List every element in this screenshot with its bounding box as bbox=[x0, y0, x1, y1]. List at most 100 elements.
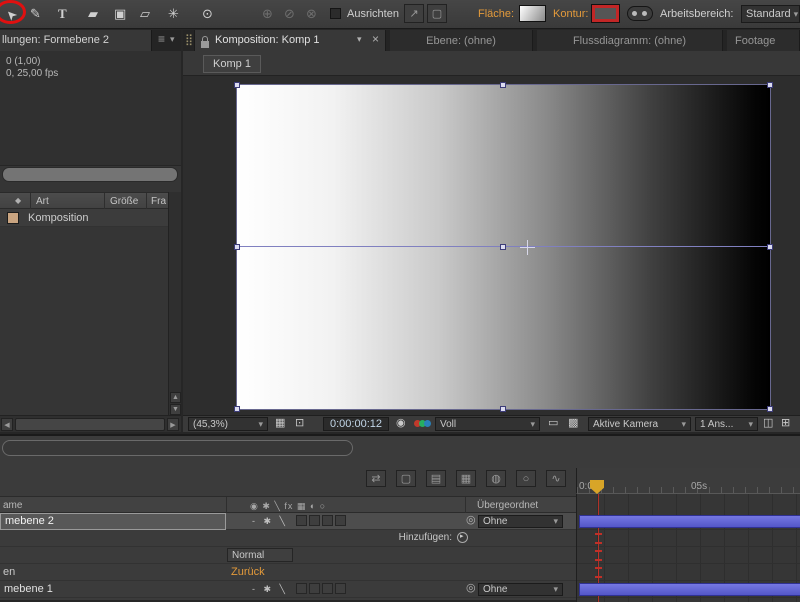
panel-menu-icon[interactable]: ≡ bbox=[158, 33, 165, 45]
switch-cell[interactable] bbox=[322, 515, 333, 526]
blend-mode-dropdown[interactable]: Normal bbox=[227, 548, 293, 562]
column-divider[interactable] bbox=[226, 497, 227, 514]
handle-bottom-center[interactable] bbox=[500, 406, 506, 412]
project-search-input[interactable] bbox=[2, 167, 178, 182]
layer-row-formebene1[interactable]: mebene 1 - ✱ ╲ ◎ Ohne ▾ bbox=[0, 581, 576, 598]
column-divider[interactable] bbox=[104, 193, 105, 210]
layer-switches-icons[interactable]: - ✱ ╲ bbox=[252, 584, 288, 595]
layer-name-cell[interactable]: mebene 2 bbox=[0, 513, 226, 530]
view-layout-dropdown[interactable]: 1 Ans... ▾ bbox=[695, 417, 758, 431]
handle-bottom-left[interactable] bbox=[234, 406, 240, 412]
layer-row-formebene2[interactable]: mebene 2 - ✱ ╲ ◎ Ohne ▾ bbox=[0, 513, 576, 530]
label-column-icon[interactable]: ◆ bbox=[15, 197, 21, 205]
snapshot-icon[interactable]: ◉ bbox=[396, 418, 406, 429]
camera-dropdown[interactable]: Aktive Kamera ▾ bbox=[588, 417, 691, 431]
column-header-type[interactable]: Art bbox=[36, 196, 49, 207]
switch-cell[interactable] bbox=[322, 583, 333, 594]
header-name-label[interactable]: ame bbox=[3, 500, 22, 511]
switch-cell[interactable] bbox=[335, 515, 346, 526]
handle-top-center[interactable] bbox=[500, 82, 506, 88]
fill-swatch[interactable] bbox=[519, 5, 546, 22]
timecode-display[interactable]: 0:00:00:12 bbox=[323, 417, 389, 431]
project-hscrollbar[interactable]: ◀ ▶ bbox=[0, 415, 181, 432]
in-out-button[interactable]: ⇄ bbox=[366, 470, 386, 487]
channels-icon[interactable] bbox=[414, 420, 432, 428]
layer-bar-formebene1[interactable] bbox=[579, 583, 800, 596]
frame-blend-button[interactable]: ▤ bbox=[426, 470, 446, 487]
reverse-link[interactable]: Zurück bbox=[231, 566, 265, 578]
panel-menu-caret-icon[interactable]: ▾ bbox=[170, 35, 175, 44]
puppet-pin-tool-icon[interactable]: ⊙ bbox=[202, 6, 213, 22]
tab-close-icon[interactable]: × bbox=[372, 33, 379, 45]
pen-tool-icon[interactable]: ✎ bbox=[30, 6, 41, 22]
tab-layer[interactable]: Ebene: (ohne) bbox=[390, 30, 533, 51]
parent-dropdown[interactable]: Ohne ▾ bbox=[478, 583, 563, 596]
snap-region-button[interactable]: ▢ bbox=[427, 4, 447, 23]
layer-switches-icons[interactable]: - ✱ ╲ bbox=[252, 516, 288, 527]
time-ruler[interactable]: 0:0 05s bbox=[576, 468, 800, 494]
clone-stamp-tool-icon[interactable]: ▣ bbox=[114, 6, 126, 22]
timeline-search-input[interactable] bbox=[2, 440, 353, 456]
resolution-dropdown[interactable]: Voll ▾ bbox=[435, 417, 540, 431]
preview-options-icon[interactable] bbox=[627, 6, 653, 21]
handle-bottom-right[interactable] bbox=[767, 406, 773, 412]
pixel-aspect-icon[interactable]: ◫ bbox=[763, 418, 773, 429]
switch-cell[interactable] bbox=[296, 583, 307, 594]
handle-mid-right[interactable] bbox=[767, 244, 773, 250]
switch-cell[interactable] bbox=[296, 515, 307, 526]
panel-grip-icon[interactable]: ⣿ bbox=[185, 33, 193, 46]
column-divider[interactable] bbox=[146, 193, 147, 210]
switch-cell[interactable] bbox=[335, 583, 346, 594]
tab-footage[interactable]: Footage bbox=[727, 30, 800, 51]
column-divider[interactable] bbox=[465, 497, 466, 514]
shape-contents-row[interactable]: Hinzufügen: ▸ bbox=[0, 530, 576, 547]
handle-mid-left[interactable] bbox=[234, 244, 240, 250]
gradient-property-row[interactable]: en Zurück bbox=[0, 564, 576, 581]
column-header-size[interactable]: Größe bbox=[110, 196, 138, 207]
brush-tool-icon[interactable]: ▰ bbox=[88, 6, 98, 22]
project-vscrollbar[interactable]: ▲ ▼ bbox=[168, 192, 181, 415]
stroke-swatch[interactable] bbox=[592, 5, 619, 22]
comp-breadcrumb-tab[interactable]: Komp 1 bbox=[203, 55, 261, 73]
brainstorm-button[interactable]: ○ bbox=[516, 470, 536, 487]
tab-composition[interactable]: Komposition: Komp 1 ▾ × bbox=[194, 30, 386, 51]
scroll-left-button[interactable]: ◀ bbox=[1, 418, 13, 431]
grid-guides-icon[interactable]: ▦ bbox=[275, 418, 285, 429]
handle-mid-center[interactable] bbox=[500, 244, 506, 250]
timeline-track-area[interactable] bbox=[576, 494, 800, 602]
tab-menu-caret-icon[interactable]: ▾ bbox=[357, 35, 362, 44]
transparency-grid-icon[interactable]: ▩ bbox=[568, 418, 578, 429]
pickwhip-icon[interactable]: ◎ bbox=[466, 515, 476, 526]
blend-mode-row[interactable]: Normal bbox=[0, 547, 576, 564]
layer-bar-formebene2[interactable] bbox=[579, 515, 800, 528]
eraser-tool-icon[interactable]: ▱ bbox=[140, 6, 150, 22]
shy-layers-button[interactable]: ▢ bbox=[396, 470, 416, 487]
draft-3d-button[interactable]: ▦ bbox=[456, 470, 476, 487]
left-panel-tab[interactable]: llungen: Formebene 2 bbox=[0, 30, 152, 51]
align-checkbox[interactable] bbox=[330, 8, 341, 19]
handle-top-left[interactable] bbox=[234, 82, 240, 88]
parent-dropdown[interactable]: Ohne ▾ bbox=[478, 515, 563, 528]
handle-top-right[interactable] bbox=[767, 82, 773, 88]
safe-margins-icon[interactable]: ⊡ bbox=[295, 418, 304, 429]
project-item-row[interactable]: Komposition bbox=[0, 209, 168, 227]
anchor-point-crosshair[interactable] bbox=[520, 240, 535, 255]
graph-editor-button[interactable]: ∿ bbox=[546, 470, 566, 487]
scroll-down-button[interactable]: ▼ bbox=[170, 404, 181, 415]
tab-flowchart[interactable]: Flussdiagramm: (ohne) bbox=[537, 30, 723, 51]
column-header-frames[interactable]: Fra bbox=[151, 196, 166, 207]
comp-viewport[interactable] bbox=[183, 75, 800, 415]
type-tool-icon[interactable]: T bbox=[58, 6, 67, 22]
hscroll-thumb[interactable] bbox=[15, 418, 165, 431]
switch-cell[interactable] bbox=[309, 515, 320, 526]
pickwhip-icon[interactable]: ◎ bbox=[466, 583, 476, 594]
item-label-swatch[interactable] bbox=[7, 212, 19, 224]
add-button[interactable]: ▸ bbox=[457, 532, 468, 543]
workspace-dropdown[interactable]: Standard ▾ bbox=[741, 5, 800, 23]
motion-blur-button[interactable]: ◍ bbox=[486, 470, 506, 487]
snap-bounds-button[interactable]: ↗ bbox=[404, 4, 424, 23]
region-of-interest-icon[interactable]: ▭ bbox=[548, 418, 558, 429]
view-options-icon[interactable]: ⊞ bbox=[781, 418, 790, 429]
switch-cell[interactable] bbox=[309, 583, 320, 594]
roto-brush-tool-icon[interactable]: ✳ bbox=[168, 6, 179, 22]
